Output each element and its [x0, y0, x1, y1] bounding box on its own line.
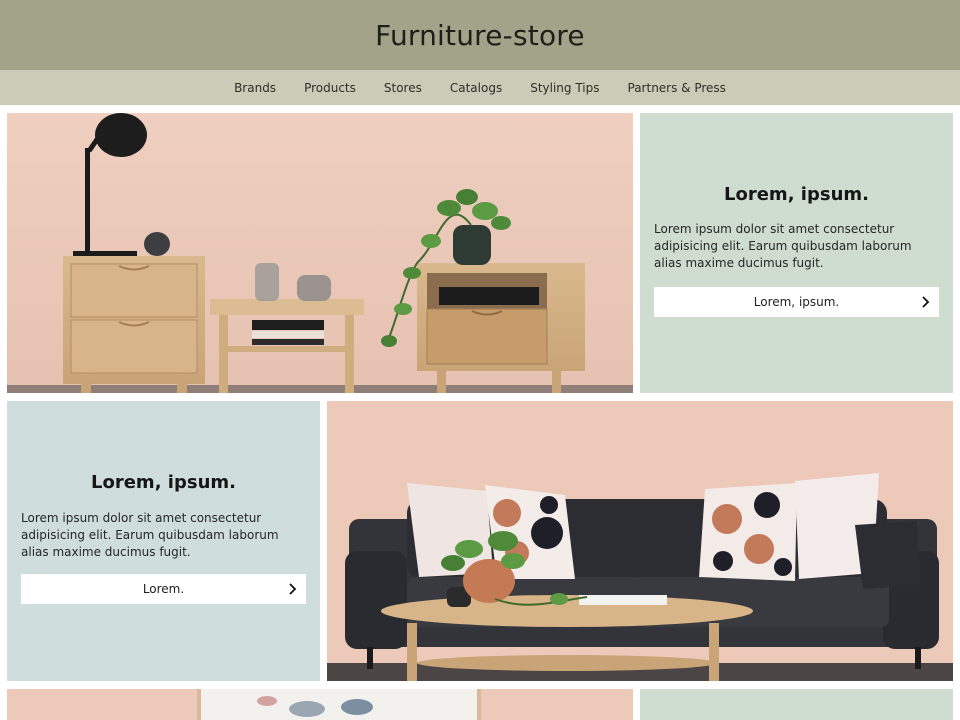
- site-header: Furniture-store: [0, 0, 960, 70]
- nav-item-styling-tips[interactable]: Styling Tips: [516, 81, 613, 95]
- hero-image-sofa: [327, 401, 953, 681]
- nav-item-stores[interactable]: Stores: [370, 81, 436, 95]
- promo-card-1-body: Lorem ipsum dolor sit amet consectetur a…: [654, 222, 912, 270]
- nav-item-brands[interactable]: Brands: [220, 81, 290, 95]
- promo-card-2-heading: Lorem, ipsum.: [91, 472, 236, 493]
- chevron-right-icon: [289, 583, 297, 595]
- promo-card-3: [640, 689, 953, 720]
- promo-card-1-button-label: Lorem, ipsum.: [753, 295, 840, 309]
- nav-item-partners-press[interactable]: Partners & Press: [614, 81, 740, 95]
- promo-card-2-button[interactable]: Lorem.: [21, 574, 306, 604]
- promo-card-1: Lorem, ipsum. Lorem ipsum dolor sit amet…: [640, 113, 953, 393]
- site-title[interactable]: Furniture-store: [375, 19, 585, 52]
- hero-image-artwork: [7, 689, 633, 720]
- promo-card-2-button-label: Lorem.: [142, 582, 185, 596]
- promo-card-2: Lorem, ipsum. Lorem ipsum dolor sit amet…: [7, 401, 320, 681]
- promo-card-2-body: Lorem ipsum dolor sit amet consectetur a…: [21, 511, 279, 559]
- nav-item-products[interactable]: Products: [290, 81, 370, 95]
- hero-image-bedside-tables: [7, 113, 633, 393]
- promo-card-1-heading: Lorem, ipsum.: [724, 184, 869, 205]
- chevron-right-icon: [922, 296, 930, 308]
- promo-card-1-button[interactable]: Lorem, ipsum.: [654, 287, 939, 317]
- main-nav: Brands Products Stores Catalogs Styling …: [0, 70, 960, 105]
- nav-item-catalogs[interactable]: Catalogs: [436, 81, 516, 95]
